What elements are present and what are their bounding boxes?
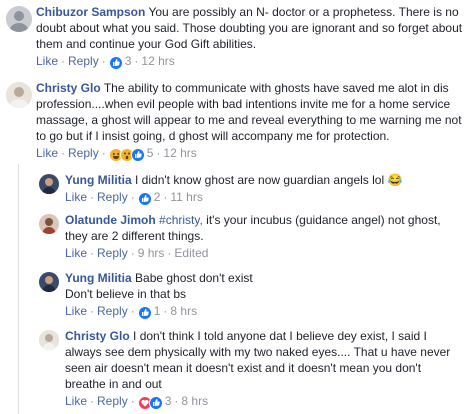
avatar[interactable] bbox=[6, 6, 32, 32]
separator: · bbox=[130, 304, 135, 318]
like-button[interactable]: Like bbox=[36, 146, 58, 160]
comment-text-block: Christy Glo The ability to communicate w… bbox=[36, 80, 464, 144]
comment-actions: Like · Reply · 9 hrs · Edited bbox=[65, 245, 464, 261]
comment-author[interactable]: Yung Militia bbox=[65, 173, 132, 187]
timestamp[interactable]: 12 hrs bbox=[163, 146, 196, 160]
like-button[interactable]: Like bbox=[65, 246, 87, 260]
separator: · bbox=[90, 394, 95, 408]
separator: · bbox=[130, 394, 135, 408]
separator: · bbox=[167, 246, 172, 260]
comment-actions: Like · Reply · 3 · 8 hrs bbox=[65, 393, 464, 412]
like-icon bbox=[108, 56, 123, 70]
separator: · bbox=[163, 304, 168, 318]
separator: · bbox=[61, 54, 66, 68]
avatar[interactable] bbox=[39, 214, 59, 234]
reactions[interactable] bbox=[137, 192, 152, 208]
mention-link[interactable]: #christy, bbox=[159, 213, 203, 227]
comment-text-block: Olatunde Jimoh #christy, it's your incub… bbox=[65, 212, 464, 244]
comment-body-line-2: Don't believe in that bs bbox=[65, 287, 187, 301]
comment-text-block: Christy Glo I don't think I told anyone … bbox=[65, 328, 464, 392]
reply-button[interactable]: Reply bbox=[68, 146, 99, 160]
like-icon bbox=[137, 306, 152, 320]
reactions[interactable] bbox=[108, 56, 123, 72]
comment-actions: Like · Reply · 1 · 8 hrs bbox=[65, 303, 464, 322]
separator: · bbox=[90, 304, 95, 318]
comment-text-block: Chibuzor Sampson You are possibly an N- … bbox=[36, 4, 464, 52]
separator: · bbox=[130, 246, 135, 260]
reply-button[interactable]: Reply bbox=[97, 304, 128, 318]
reactions[interactable] bbox=[137, 306, 152, 322]
like-icon bbox=[148, 396, 163, 410]
reply-button[interactable]: Reply bbox=[97, 190, 128, 204]
separator: · bbox=[130, 190, 135, 204]
reactions[interactable] bbox=[108, 148, 145, 164]
like-button[interactable]: Like bbox=[65, 304, 87, 318]
separator: · bbox=[163, 190, 168, 204]
avatar[interactable] bbox=[39, 272, 59, 292]
comment-author[interactable]: Yung Militia bbox=[65, 271, 132, 285]
comment-body: Babe ghost don't exist bbox=[135, 271, 253, 285]
comment-author[interactable]: Christy Glo bbox=[65, 329, 130, 343]
comment-author[interactable]: Chibuzor Sampson bbox=[36, 5, 145, 19]
like-icon bbox=[137, 192, 152, 206]
avatar[interactable] bbox=[39, 174, 59, 194]
separator: · bbox=[101, 146, 106, 160]
comment-body: I didn't know ghost are now guardian ang… bbox=[135, 173, 403, 187]
reply-button[interactable]: Reply bbox=[97, 394, 128, 408]
reply-button[interactable]: Reply bbox=[68, 54, 99, 68]
comment-text-block: Yung Militia I didn't know ghost are now… bbox=[65, 172, 464, 188]
separator: · bbox=[134, 54, 139, 68]
comment-actions: Like · Reply · 3 · 12 hrs bbox=[36, 53, 464, 72]
timestamp[interactable]: 11 hrs bbox=[170, 190, 202, 204]
comment-author[interactable]: Christy Glo bbox=[36, 81, 101, 95]
timestamp[interactable]: 8 hrs bbox=[181, 394, 208, 408]
timestamp[interactable]: 12 hrs bbox=[141, 54, 174, 68]
like-button[interactable]: Like bbox=[36, 54, 58, 68]
separator: · bbox=[90, 246, 95, 260]
like-icon bbox=[130, 148, 145, 162]
separator: · bbox=[90, 190, 95, 204]
separator: · bbox=[61, 146, 66, 160]
reply-thread-line bbox=[18, 164, 19, 414]
separator: · bbox=[174, 394, 179, 408]
timestamp[interactable]: 9 hrs bbox=[138, 246, 165, 260]
like-button[interactable]: Like bbox=[65, 190, 87, 204]
separator: · bbox=[156, 146, 161, 160]
comment-text-block: Yung Militia Babe ghost don't exist Don'… bbox=[65, 270, 464, 302]
comment-actions: Like · Reply · 5 · 12 hrs bbox=[36, 145, 464, 164]
avatar[interactable] bbox=[6, 82, 32, 108]
separator: · bbox=[101, 54, 106, 68]
avatar[interactable] bbox=[39, 330, 59, 350]
reply-button[interactable]: Reply bbox=[97, 246, 128, 260]
timestamp[interactable]: 8 hrs bbox=[170, 304, 197, 318]
like-button[interactable]: Like bbox=[65, 394, 87, 408]
edited-label[interactable]: Edited bbox=[174, 246, 208, 260]
comment-author[interactable]: Olatunde Jimoh bbox=[65, 213, 156, 227]
comment-actions: Like · Reply · 2 · 11 hrs bbox=[65, 189, 464, 208]
reactions[interactable] bbox=[137, 396, 163, 412]
